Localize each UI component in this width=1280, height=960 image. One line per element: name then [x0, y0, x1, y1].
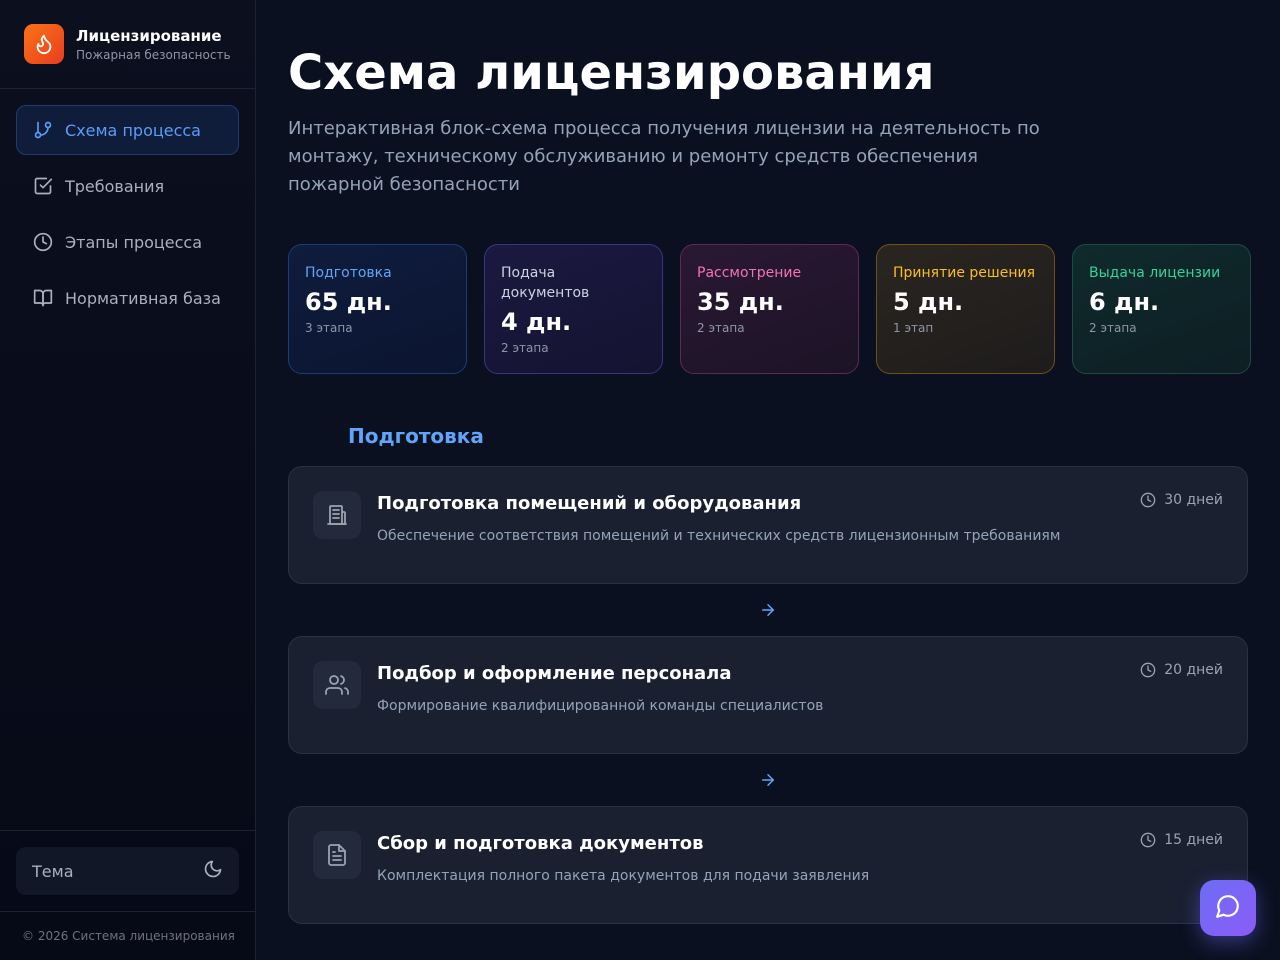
- step-title: Подбор и оформление персонала: [377, 663, 732, 684]
- stat-sub: 2 этапа: [697, 321, 745, 335]
- stat-value: 5 дн.: [893, 288, 964, 316]
- stat-sub: 1 этап: [893, 321, 934, 335]
- sidebar-item-label: Требования: [65, 176, 165, 196]
- brand-subtitle: Пожарная безопасность: [76, 47, 231, 62]
- main-content: Схема лицензирования Интерактивная блок-…: [288, 0, 1251, 924]
- stat-value: 4 дн.: [501, 308, 572, 336]
- clock-icon: [33, 232, 53, 252]
- git-branch-icon: [33, 120, 53, 140]
- sidebar-item-regulatory-base[interactable]: Нормативная база: [16, 273, 239, 323]
- process-step-card[interactable]: Подбор и оформление персонала Формирован…: [288, 636, 1248, 754]
- sidebar-item-requirements[interactable]: Требования: [16, 161, 239, 211]
- theme-toggle-button[interactable]: Тема: [16, 847, 239, 895]
- stat-label: Рассмотрение: [697, 265, 802, 281]
- building-icon: [313, 491, 361, 539]
- sidebar-item-process-stages[interactable]: Этапы процесса: [16, 217, 239, 267]
- stat-label: Выдача лицензии: [1089, 265, 1221, 281]
- step-description: Формирование квалифицированной команды с…: [377, 698, 824, 714]
- theme-row: Тема: [0, 831, 255, 912]
- process-step-card[interactable]: Подготовка помещений и оборудования Обес…: [288, 466, 1248, 584]
- sidebar-bottom: Тема © 2026 Система лицензирования: [0, 830, 255, 960]
- stat-sub: 2 этапа: [501, 341, 549, 355]
- stat-label: Подготовка: [305, 265, 392, 281]
- step-description: Комплектация полного пакета документов д…: [377, 868, 870, 884]
- stat-card-submission[interactable]: Подача документов 4 дн. 2 этапа: [484, 244, 663, 374]
- process-step-card[interactable]: Сбор и подготовка документов Комплектаци…: [288, 806, 1248, 924]
- sidebar-item-process-scheme[interactable]: Схема процесса: [16, 105, 239, 155]
- stat-value: 6 дн.: [1089, 288, 1160, 316]
- theme-label: Тема: [32, 861, 74, 881]
- stat-label: Принятие решения: [893, 265, 1036, 281]
- chat-button[interactable]: [1200, 880, 1256, 936]
- copyright: © 2026 Система лицензирования: [22, 929, 235, 943]
- stat-card-decision[interactable]: Принятие решения 5 дн. 1 этап: [876, 244, 1055, 374]
- stat-card-preparation[interactable]: Подготовка 65 дн. 3 этапа: [288, 244, 467, 374]
- moon-icon: [203, 859, 223, 883]
- sidebar-item-label: Нормативная база: [65, 288, 221, 308]
- stat-sub: 2 этапа: [1089, 321, 1137, 335]
- step-duration: 20 дней: [1140, 662, 1223, 678]
- stat-sub: 3 этапа: [305, 321, 353, 335]
- flame-icon: [24, 24, 64, 64]
- step-duration-value: 30 дней: [1164, 492, 1223, 508]
- stat-value: 65 дн.: [305, 288, 392, 316]
- arrow-right-icon: [758, 770, 778, 790]
- step-duration-value: 15 дней: [1164, 832, 1223, 848]
- brand: Лицензирование Пожарная безопасность: [0, 0, 255, 89]
- stat-card-issuance[interactable]: Выдача лицензии 6 дн. 2 этапа: [1072, 244, 1251, 374]
- users-icon: [313, 661, 361, 709]
- book-open-icon: [33, 288, 53, 308]
- step-duration: 15 дней: [1140, 832, 1223, 848]
- brand-title: Лицензирование: [76, 26, 222, 45]
- clock-icon: [1140, 492, 1156, 508]
- sidebar: Лицензирование Пожарная безопасность Схе…: [0, 0, 256, 960]
- stat-label: Подача документов: [501, 265, 590, 301]
- step-duration-value: 20 дней: [1164, 662, 1223, 678]
- sidebar-nav: Схема процесса Требования Этапы процесса: [0, 89, 255, 345]
- sidebar-item-label: Схема процесса: [65, 120, 201, 140]
- stats-row: Подготовка 65 дн. 3 этапа Подача докумен…: [288, 244, 1251, 374]
- clock-icon: [1140, 832, 1156, 848]
- page-description: Интерактивная блок-схема процесса получе…: [288, 118, 1040, 195]
- page-title: Схема лицензирования: [288, 45, 935, 101]
- file-text-icon: [313, 831, 361, 879]
- clock-icon: [1140, 662, 1156, 678]
- check-square-icon: [33, 176, 53, 196]
- stat-value: 35 дн.: [697, 288, 784, 316]
- step-title: Подготовка помещений и оборудования: [377, 493, 802, 514]
- chat-bubble-icon: [1215, 893, 1241, 923]
- sidebar-item-label: Этапы процесса: [65, 232, 203, 252]
- step-duration: 30 дней: [1140, 492, 1223, 508]
- arrow-right-icon: [758, 600, 778, 620]
- step-description: Обеспечение соответствия помещений и тех…: [377, 528, 1061, 544]
- stat-card-review[interactable]: Рассмотрение 35 дн. 2 этапа: [680, 244, 859, 374]
- section-title: Подготовка: [348, 424, 484, 448]
- step-title: Сбор и подготовка документов: [377, 833, 704, 854]
